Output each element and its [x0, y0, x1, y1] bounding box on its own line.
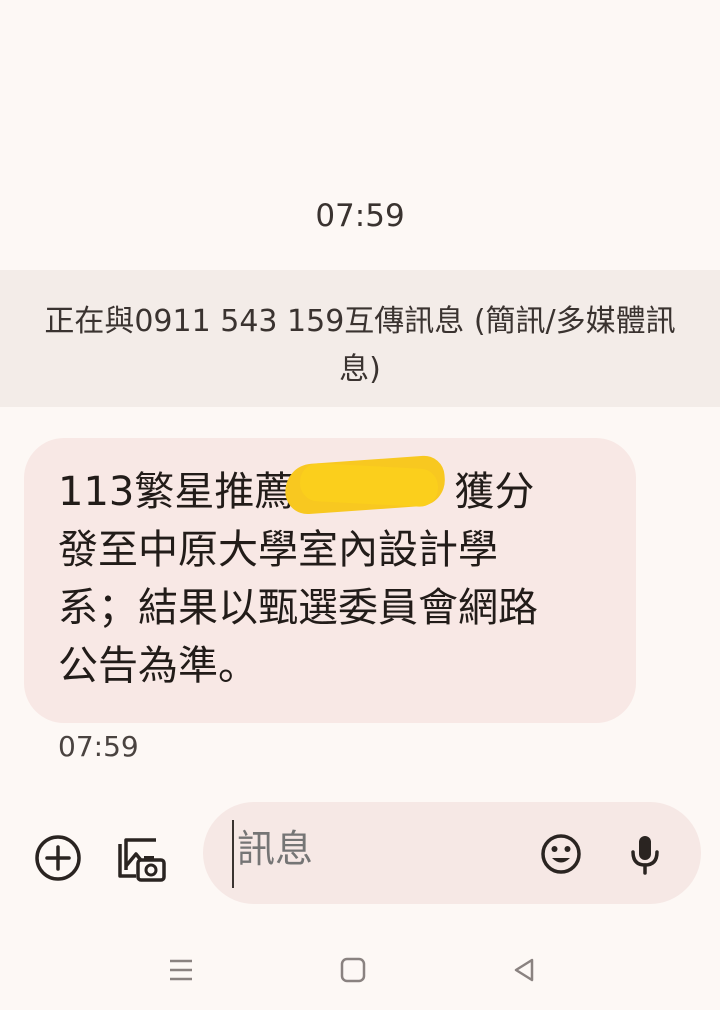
voice-input-button[interactable]: [623, 830, 667, 878]
compose-field[interactable]: [203, 802, 701, 904]
emoji-icon: [541, 834, 581, 874]
add-circle-icon: [35, 835, 81, 881]
emoji-button[interactable]: [539, 832, 583, 876]
mic-icon: [631, 836, 659, 875]
redaction-scribble-overlay: [299, 462, 439, 508]
recents-nav-button[interactable]: [161, 950, 201, 990]
square-icon: [340, 957, 366, 983]
add-attachment-button[interactable]: [33, 833, 83, 883]
text-caret: [232, 820, 234, 888]
menu-icon: [170, 959, 192, 981]
compose-bar: [0, 802, 720, 904]
system-navigation-bar: [0, 940, 720, 995]
gallery-button[interactable]: [116, 832, 168, 884]
home-nav-button[interactable]: [333, 950, 373, 990]
conversation-info-banner: 正在與0911 543 159互傳訊息 (簡訊/多媒體訊息): [0, 270, 720, 407]
message-input[interactable]: [235, 826, 519, 872]
back-nav-button[interactable]: [504, 950, 544, 990]
message-time: 07:59: [58, 730, 139, 763]
triangle-back-icon: [514, 958, 534, 982]
conversation-date-timestamp: 07:59: [315, 198, 405, 234]
gallery-icon: [118, 838, 166, 882]
